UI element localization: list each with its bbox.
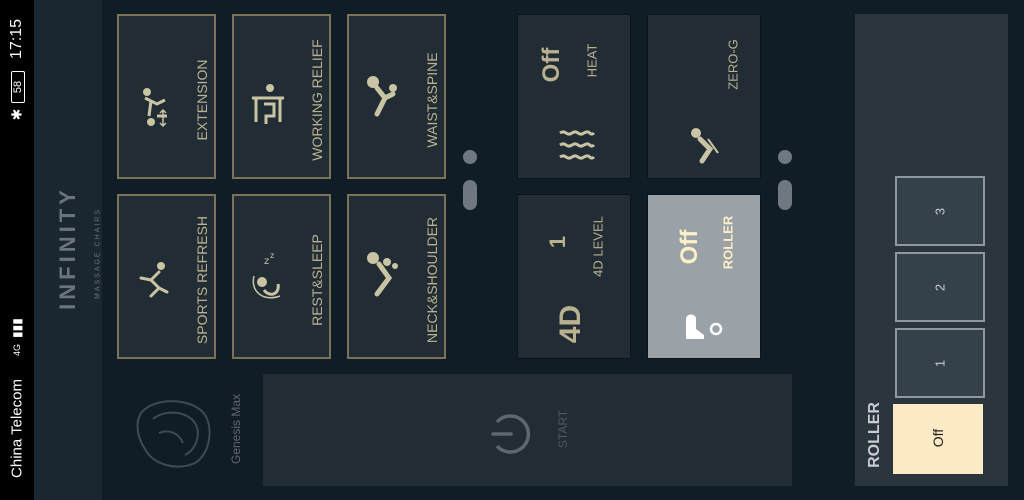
zero-g-chair-icon xyxy=(691,128,719,164)
4d-level-value: 1 xyxy=(545,235,570,249)
brand-tagline: MASSAGE CHAIRS xyxy=(94,208,102,300)
mode-waist-spine-button[interactable]: WAIST&SPINE xyxy=(347,14,446,179)
mode-label: WAIST&SPINE xyxy=(424,52,440,148)
mode-sports-refresh-button[interactable]: SPORTS REFRESH xyxy=(117,194,216,359)
brand-panel: INFINITY MASSAGE CHAIRS xyxy=(34,0,102,500)
stretch-figure-icon xyxy=(143,88,167,128)
foot-roller-icon xyxy=(686,314,723,339)
model-name: Genesis Max xyxy=(229,393,243,465)
mode-extension-button[interactable]: EXTENSION xyxy=(117,14,216,179)
brand-logo: INFINITY xyxy=(55,186,80,310)
heat-value: Off xyxy=(538,47,565,83)
4d-level-button[interactable]: 1 4D LEVEL 4D xyxy=(517,194,631,359)
heat-wave-icon xyxy=(559,130,596,160)
mode-label: REST&SLEEP xyxy=(309,234,325,326)
pager-handle[interactable] xyxy=(778,180,792,210)
zero-g-button[interactable]: ZERO-G xyxy=(647,14,761,179)
network-type: 4G xyxy=(12,344,22,357)
roller-label: ROLLER xyxy=(720,215,736,270)
4d-badge-icon: 4D xyxy=(554,304,587,344)
heat-button[interactable]: Off HEAT xyxy=(517,14,631,179)
mode-rest-sleep-button[interactable]: z z REST&SLEEP xyxy=(232,194,331,359)
mode-working-relief-button[interactable]: WORKING RELIEF xyxy=(232,14,331,179)
svg-text:z: z xyxy=(264,256,269,267)
running-figure-icon xyxy=(139,262,169,298)
sleeping-figure-icon: z z xyxy=(252,252,281,299)
mode-label: NECK&SHOULDER xyxy=(424,216,440,344)
mode-label: WORKING RELIEF xyxy=(309,39,325,161)
reclined-figure-icon xyxy=(367,76,397,117)
start-label: START xyxy=(556,409,570,449)
svg-text:z: z xyxy=(270,252,274,260)
roller-option-label: 2 xyxy=(932,283,948,292)
battery-indicator: 58 xyxy=(11,71,25,103)
carrier-name: China Telecom xyxy=(8,379,26,478)
4d-level-label: 4D LEVEL xyxy=(590,216,606,277)
pager-dot xyxy=(778,150,792,164)
roller-value: Off xyxy=(676,229,703,265)
heat-label: HEAT xyxy=(584,43,600,78)
status-bar: 17:15 58 ✱ China Telecom 4G ▮▮▮ xyxy=(0,0,34,500)
start-button[interactable]: START xyxy=(263,374,792,486)
mode-label: SPORTS REFRESH xyxy=(194,215,210,345)
mode-label: EXTENSION xyxy=(194,59,210,141)
zero-g-label: ZERO-G xyxy=(725,39,741,90)
desk-worker-icon xyxy=(252,84,284,124)
bluetooth-icon: ✱ xyxy=(8,108,25,121)
roller-option-label: Off xyxy=(930,428,946,448)
massage-chair-icon xyxy=(136,400,211,468)
roller-option-label: 1 xyxy=(932,359,948,368)
neck-figure-icon xyxy=(367,252,398,297)
roller-panel-title: ROLLER xyxy=(866,402,883,468)
power-icon xyxy=(491,414,531,454)
roller-option-label: 3 xyxy=(932,207,948,216)
roller-option-3[interactable]: 3 xyxy=(895,176,985,246)
signal-icon: ▮▮▮ xyxy=(10,318,24,338)
pager-handle[interactable] xyxy=(463,180,477,210)
roller-option-1[interactable]: 1 xyxy=(895,328,985,398)
roller-option-2[interactable]: 2 xyxy=(895,252,985,322)
pager-dot xyxy=(463,150,477,164)
mode-neck-shoulder-button[interactable]: NECK&SHOULDER xyxy=(347,194,446,359)
roller-button[interactable]: Off ROLLER xyxy=(647,194,761,359)
roller-option-off[interactable]: Off xyxy=(893,404,983,474)
roller-options-panel: 3 2 1 Off ROLLER xyxy=(855,14,1008,486)
clock: 17:15 xyxy=(8,18,25,60)
